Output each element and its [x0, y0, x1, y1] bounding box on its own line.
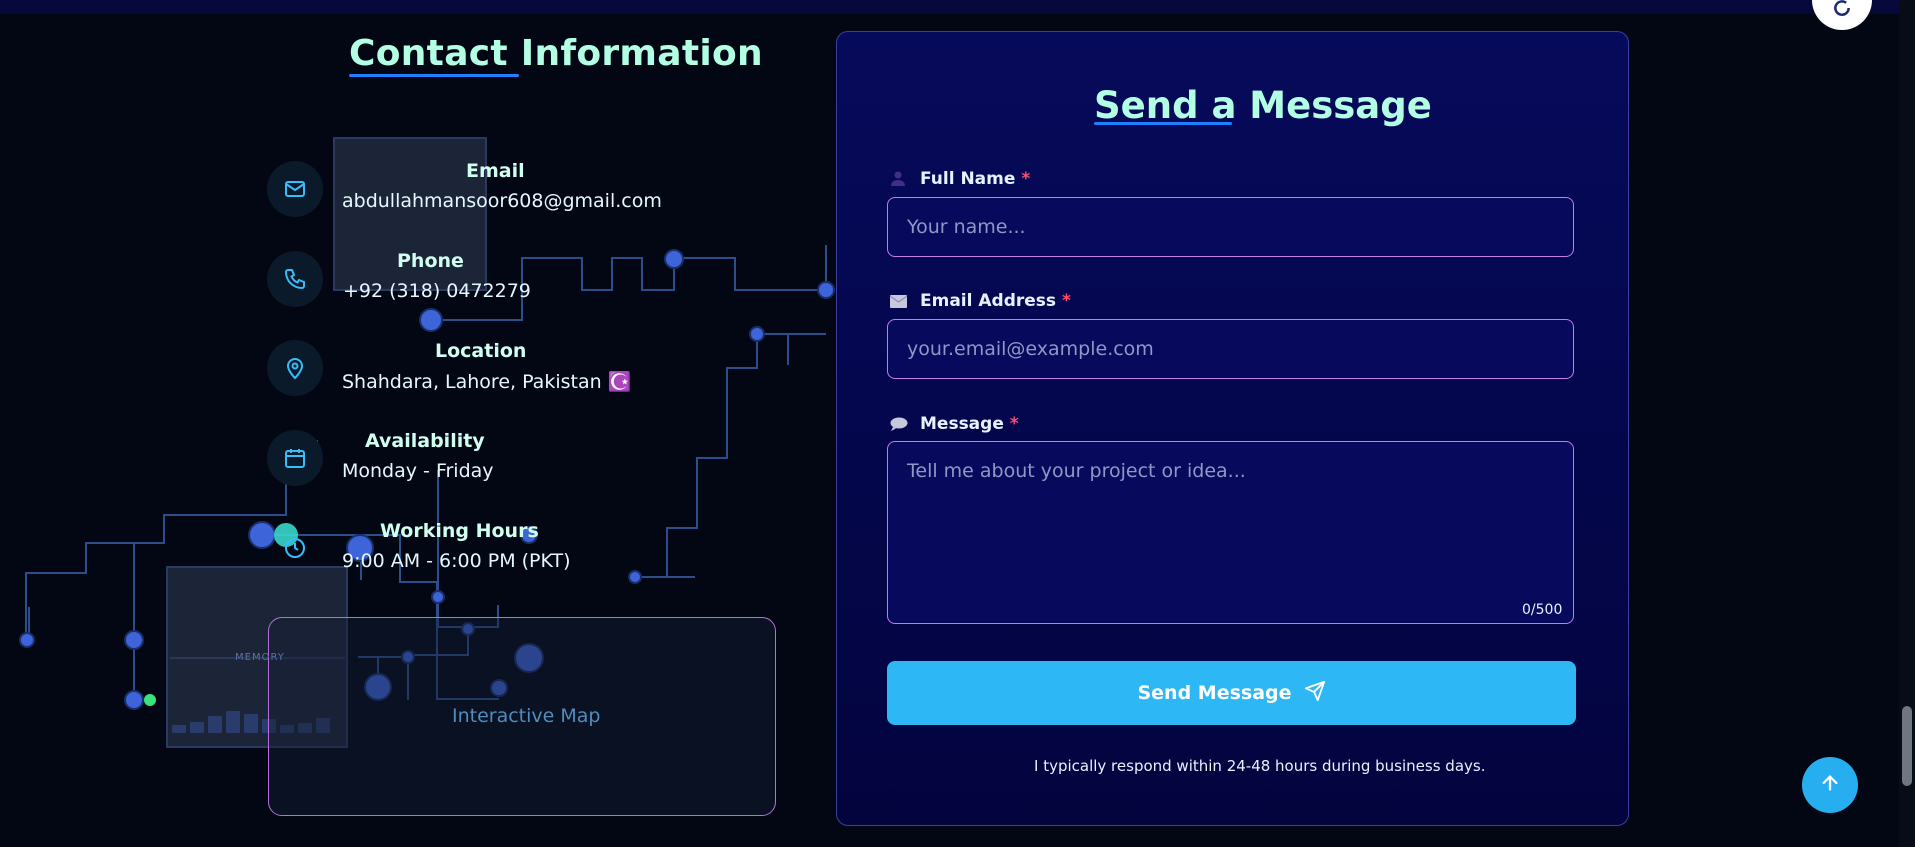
message-textarea[interactable]	[887, 441, 1574, 624]
arrow-up-icon	[1819, 772, 1841, 798]
user-icon	[890, 170, 906, 190]
map-label: Interactive Map	[452, 705, 601, 727]
refresh-icon	[1832, 0, 1852, 22]
calendar-icon	[267, 430, 323, 486]
email-address-label: Email Address *	[920, 291, 1071, 311]
location-value: Shahdara, Lahore, Pakistan ☪️	[342, 371, 632, 393]
full-name-input[interactable]	[887, 197, 1574, 257]
phone-label: Phone	[397, 250, 464, 272]
phone-value[interactable]: +92 (318) 0472279	[343, 280, 531, 302]
working-hours-label: Working Hours	[380, 520, 539, 542]
memory-chip-label: MEMORY	[235, 652, 285, 663]
required-mark: *	[1009, 414, 1019, 434]
email-address-label-text: Email Address	[920, 291, 1057, 311]
message-label-text: Message	[920, 414, 1004, 434]
full-name-label-text: Full Name	[920, 169, 1016, 189]
clock-icon	[267, 520, 323, 576]
send-message-button[interactable]: Send Message	[887, 661, 1576, 725]
contact-info-title: Contact Information	[349, 33, 763, 74]
envelope-icon	[889, 293, 908, 312]
phone-icon	[267, 251, 323, 307]
required-mark: *	[1061, 291, 1071, 311]
full-name-label: Full Name *	[920, 169, 1030, 189]
required-mark: *	[1021, 169, 1031, 189]
page-scrollbar[interactable]	[1899, 0, 1915, 847]
speech-bubble-icon	[890, 416, 908, 435]
message-label: Message *	[920, 414, 1019, 434]
working-hours-value: 9:00 AM - 6:00 PM (PKT)	[342, 550, 571, 572]
send-icon	[1304, 680, 1326, 707]
email-label: Email	[466, 160, 525, 182]
email-value[interactable]: abdullahmansoor608@gmail.com	[342, 190, 662, 212]
email-address-input[interactable]	[887, 319, 1574, 379]
form-title: Send a Message	[1094, 84, 1432, 127]
location-label: Location	[435, 340, 527, 362]
scrollbar-thumb[interactable]	[1902, 706, 1912, 786]
availability-label: Availability	[365, 430, 485, 452]
message-char-counter: 0/500	[1522, 602, 1563, 618]
response-time-note: I typically respond within 24-48 hours d…	[1034, 757, 1486, 775]
scroll-to-top-button[interactable]	[1802, 757, 1858, 813]
form-title-underline	[1094, 122, 1232, 125]
contact-title-underline	[349, 74, 519, 77]
availability-value: Monday - Friday	[342, 460, 494, 482]
map-pin-icon	[267, 340, 323, 396]
mail-icon	[267, 161, 323, 217]
send-message-label: Send Message	[1137, 682, 1292, 704]
